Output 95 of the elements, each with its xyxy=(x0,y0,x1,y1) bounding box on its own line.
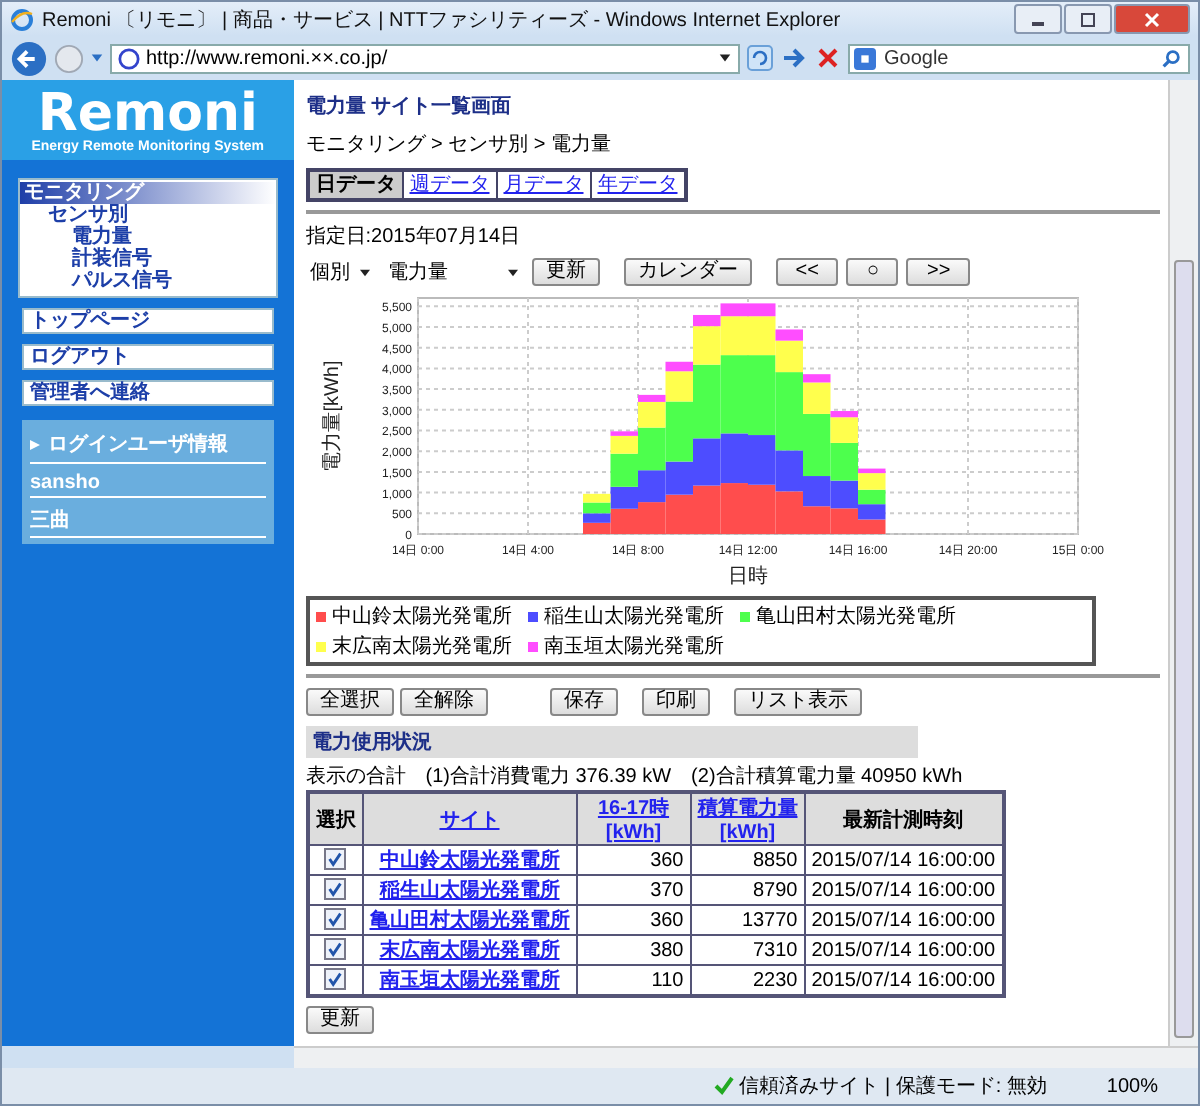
refresh-icon[interactable] xyxy=(746,44,774,72)
site-link[interactable]: 亀山田村太陽光発電所 xyxy=(362,905,577,935)
toolbar-button[interactable]: 更新 xyxy=(531,258,600,286)
status-text: 信頼済みサイト | 保護モード: 無効 xyxy=(713,1072,1047,1100)
close-button[interactable] xyxy=(1114,4,1190,34)
summary-text: 表示の合計 (1)合計消費電力 376.39 kW (2)合計積算電力量 40950 kWh xyxy=(305,763,963,790)
search-icon[interactable] xyxy=(1160,47,1182,69)
search-provider-icon xyxy=(854,47,876,69)
menu-item[interactable]: 電力量 xyxy=(68,226,276,248)
table-cell: 13770 xyxy=(690,905,805,935)
tab[interactable]: 月データ xyxy=(495,172,590,198)
update-button[interactable]: 更新 xyxy=(305,1006,374,1034)
table-cell: 7310 xyxy=(690,935,805,965)
checkbox[interactable] xyxy=(324,848,347,871)
column-header[interactable]: 16-17時 [kWh] xyxy=(576,792,691,845)
user-info-text: 三曲 xyxy=(30,504,266,538)
menu-item[interactable]: 計装信号 xyxy=(68,248,276,270)
back-button[interactable] xyxy=(10,39,48,77)
table-cell: 360 xyxy=(576,845,691,875)
toolbar-button[interactable]: << xyxy=(775,258,839,286)
vertical-scrollbar[interactable] xyxy=(1168,80,1198,1046)
bar-segment xyxy=(637,502,665,534)
browser-icon xyxy=(10,7,34,31)
tab[interactable]: 日データ xyxy=(309,172,402,198)
toolbar-button[interactable]: ○ xyxy=(846,258,899,286)
table-cell: 2015/07/14 16:00:00 xyxy=(804,845,1004,875)
table-cell: 2015/07/14 16:00:00 xyxy=(804,905,1004,935)
checkbox[interactable] xyxy=(324,908,347,931)
dropdown[interactable]: 個別 xyxy=(305,259,376,285)
sidebar-link[interactable]: トップページ xyxy=(22,308,274,334)
toolbar-button[interactable]: >> xyxy=(906,258,971,286)
action-button[interactable]: 全選択 xyxy=(305,688,394,716)
action-button[interactable]: 印刷 xyxy=(641,688,710,716)
caret-icon xyxy=(357,267,372,277)
close-icon xyxy=(1142,11,1162,27)
legend-label: 南玉垣太陽光発電所 xyxy=(543,633,724,660)
table-cell: 8790 xyxy=(690,875,805,905)
legend-label: 末広南太陽光発電所 xyxy=(331,633,512,660)
table-cell: 8850 xyxy=(690,845,805,875)
horizontal-scrollbar[interactable] xyxy=(294,1046,1198,1068)
zoom-level[interactable]: 100% xyxy=(1106,1075,1158,1097)
column-header: 最新計測時刻 xyxy=(804,792,1004,845)
window-title: Remoni 〔リモニ〕 | 商品・サービス | NTTファシリティーズ - Windows Internet Explorer xyxy=(42,7,843,33)
site-link[interactable]: 稲生山太陽光発電所 xyxy=(362,875,577,905)
y-axis-label: 電力量[kWh] xyxy=(321,360,344,472)
stop-icon[interactable] xyxy=(814,44,842,72)
legend-label: 中山鈴太陽光発電所 xyxy=(331,603,512,630)
sidebar-link[interactable]: 管理者へ連絡 xyxy=(22,380,274,406)
legend-label: 亀山田村太陽光発電所 xyxy=(755,603,956,630)
page-title: 電力量 サイト一覧画面 xyxy=(305,93,512,120)
table-cell: 380 xyxy=(576,935,691,965)
legend-label: 稲生山太陽光発電所 xyxy=(543,603,724,630)
x-axis-label: 日時 xyxy=(727,566,768,588)
checkbox[interactable] xyxy=(324,878,347,901)
minimize-button[interactable] xyxy=(1014,4,1062,34)
site-link[interactable]: 末広南太陽光発電所 xyxy=(362,935,577,965)
dropdown[interactable]: 電力量 xyxy=(383,259,524,285)
date-label: 指定日:2015年07月14日 xyxy=(305,223,521,250)
action-button[interactable]: 保存 xyxy=(549,688,618,716)
logo-text: Remoni xyxy=(37,87,258,139)
menu-item[interactable]: モニタリング xyxy=(20,182,276,204)
go-arrow-icon[interactable] xyxy=(780,44,808,72)
column-header[interactable]: 積算電力量 [kWh] xyxy=(690,792,805,845)
table-cell: 360 xyxy=(576,905,691,935)
menu-item[interactable]: センサ別 xyxy=(44,204,276,226)
checkbox[interactable] xyxy=(324,938,347,961)
caret-icon[interactable] xyxy=(718,52,732,64)
dropdown-icon[interactable] xyxy=(90,52,104,64)
action-button[interactable]: リスト表示 xyxy=(733,688,862,716)
menu-item[interactable]: パルス信号 xyxy=(68,270,276,292)
action-button[interactable]: 全解除 xyxy=(399,688,488,716)
maximize-button[interactable] xyxy=(1064,4,1112,34)
table-cell: 2015/07/14 16:00:00 xyxy=(804,875,1004,905)
triangle-icon xyxy=(30,439,40,449)
table-cell: 370 xyxy=(576,875,691,905)
toolbar-button[interactable]: カレンダー xyxy=(623,258,752,286)
column-header[interactable]: サイト xyxy=(362,792,577,845)
search-field[interactable]: Google xyxy=(848,43,1190,73)
column-header: 選択 xyxy=(307,792,363,845)
check-icon xyxy=(713,1076,734,1096)
site-icon xyxy=(118,47,140,69)
caret-icon xyxy=(505,267,520,277)
checkbox[interactable] xyxy=(324,968,347,991)
address-field[interactable]: http://www.remoni.××.co.jp/ xyxy=(110,43,740,73)
bar-segment xyxy=(720,483,748,534)
tab[interactable]: 年データ xyxy=(589,172,684,198)
breadcrumb: モニタリング > センサ別 > 電力量 xyxy=(305,131,612,158)
user-info-text: sansho xyxy=(30,470,266,498)
sidebar-link[interactable]: ログアウト xyxy=(22,344,274,370)
section-header: 電力使用状況 xyxy=(305,726,918,758)
user-info-heading: ログインユーザ情報 xyxy=(48,431,228,458)
site-link[interactable]: 中山鈴太陽光発電所 xyxy=(362,845,577,875)
table-cell: 2015/07/14 16:00:00 xyxy=(804,935,1004,965)
tab[interactable]: 週データ xyxy=(401,172,496,198)
maximize-icon xyxy=(1078,11,1098,27)
